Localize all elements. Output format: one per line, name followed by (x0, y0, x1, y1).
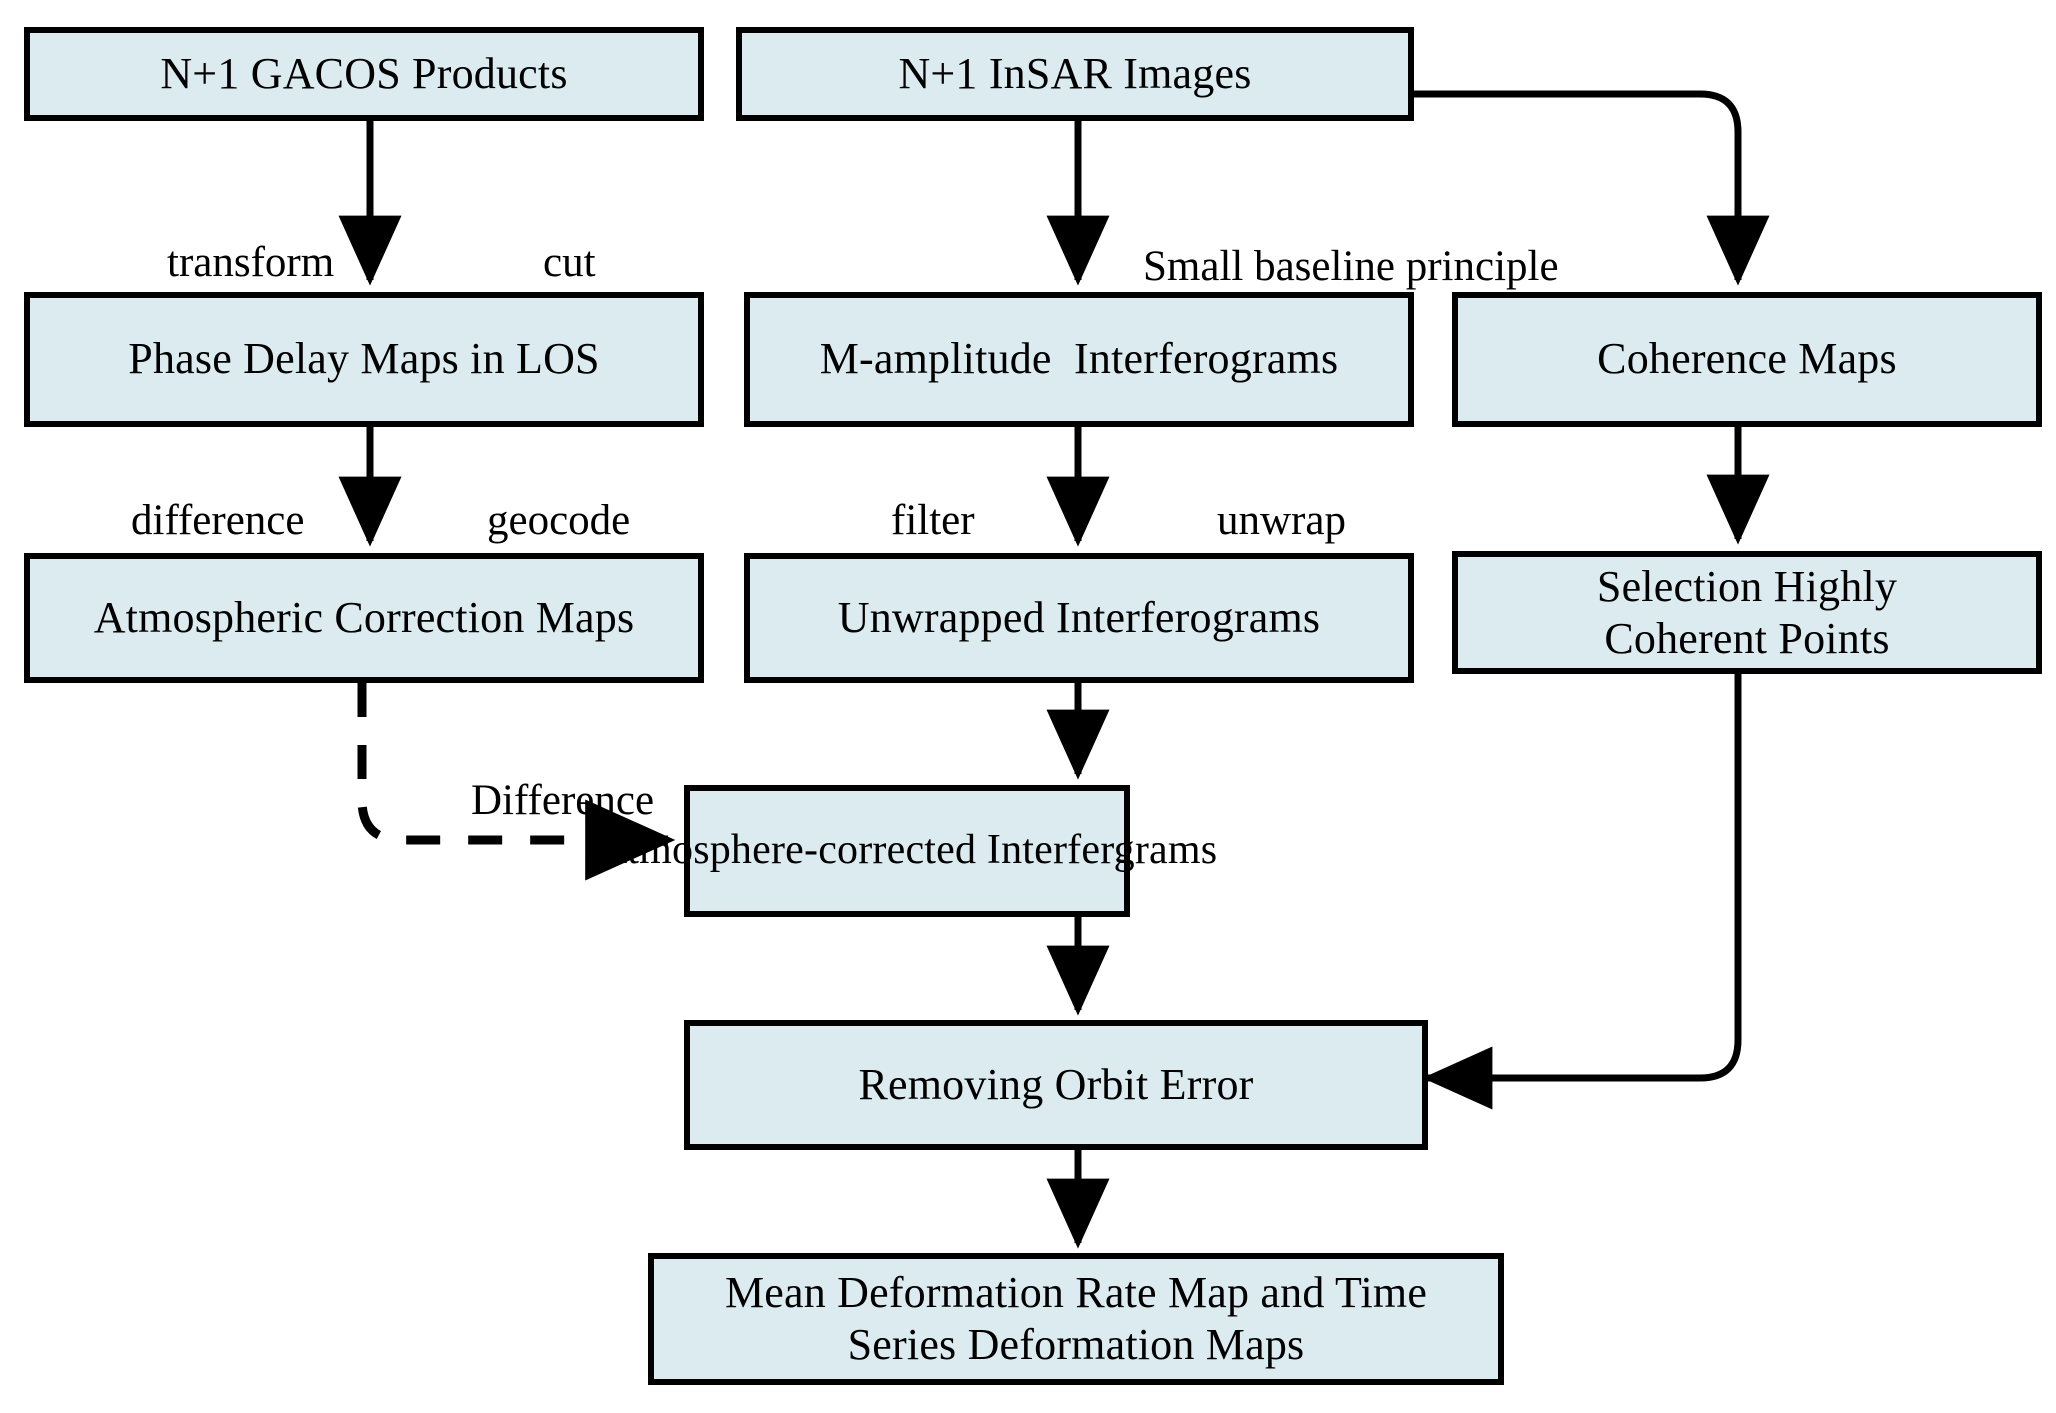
edge-label-difference-2-text: Difference (471, 777, 655, 824)
node-insar[interactable]: N+1 InSAR Images (736, 27, 1414, 121)
edge-label-transform: transform (124, 198, 334, 327)
node-atmosphere-corrected-interfergrams[interactable]: Atmosphere-corrected Interfergrams (597, 785, 1217, 917)
node-atmospheric-correction-maps-label: Atmospheric Correction Maps (93, 592, 635, 642)
node-removing-orbit-error[interactable]: Removing Orbit Error (684, 1020, 1428, 1150)
edge-label-cut-text: cut (543, 239, 596, 286)
node-m-amplitude-interferograms-label: M-amplitude Interferograms (819, 334, 1339, 384)
edge-label-small-baseline-principle: Small baseline principle (1100, 202, 1559, 331)
node-mean-deformation-result-label: Mean Deformation Rate Map and Time Serie… (724, 1268, 1428, 1369)
flowchart-canvas: N+1 GACOS Products N+1 InSAR Images Phas… (0, 0, 2056, 1413)
edge-selection-to-orbit (1422, 674, 1742, 1110)
edge-label-cut: cut (500, 198, 596, 327)
edge-label-transform-text: transform (167, 239, 335, 286)
edge-label-difference: difference (88, 456, 304, 585)
node-gacos[interactable]: N+1 GACOS Products (24, 27, 704, 121)
edge-label-unwrap-text: unwrap (1217, 497, 1346, 544)
node-selection-highly-coherent-points[interactable]: Selection Highly Coherent Points (1452, 551, 2042, 674)
node-gacos-label: N+1 GACOS Products (160, 48, 568, 98)
node-unwrapped-interferograms-label: Unwrapped Interferograms (837, 592, 1321, 642)
edge-label-geocode: geocode (444, 456, 630, 585)
node-insar-label: N+1 InSAR Images (898, 48, 1252, 98)
node-coherence-maps-label: Coherence Maps (1597, 334, 1897, 384)
node-atmosphere-corrected-interfergrams-label: Atmosphere-corrected Interfergrams (596, 827, 1218, 874)
edge-label-small-baseline-principle-text: Small baseline principle (1143, 243, 1559, 290)
edge-label-geocode-text: geocode (487, 497, 631, 544)
edge-label-filter-text: filter (891, 497, 975, 544)
node-phase-delay-maps-label: Phase Delay Maps in LOS (128, 334, 600, 384)
edge-label-unwrap: unwrap (1174, 456, 1346, 585)
edge-label-difference-2: Difference (428, 736, 654, 865)
node-selection-highly-coherent-points-label: Selection Highly Coherent Points (1596, 561, 1898, 663)
node-mean-deformation-result[interactable]: Mean Deformation Rate Map and Time Serie… (648, 1253, 1504, 1385)
edge-label-filter: filter (848, 456, 975, 585)
edge-label-difference-text: difference (131, 497, 305, 544)
node-removing-orbit-error-label: Removing Orbit Error (858, 1059, 1254, 1109)
